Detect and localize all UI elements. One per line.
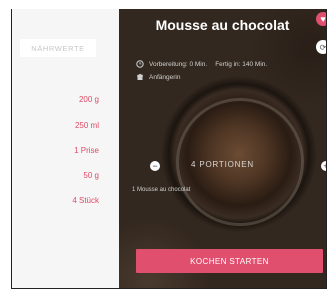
ingredient-amount: 250 ml (74, 121, 99, 130)
frame-bottom-border (12, 288, 326, 289)
share-button[interactable]: ⟳ (316, 40, 327, 54)
share-icon: ⟳ (319, 42, 327, 52)
increase-portions-button[interactable]: + (321, 161, 326, 171)
difficulty-label: Anfängerin (149, 73, 181, 81)
ingredient-amount: 50 g (83, 171, 99, 180)
ingredient-amount: 4 Stück (72, 196, 99, 205)
clock-icon (136, 60, 144, 68)
time-row: Vorbereitung: 0 Min. Fertig in: 140 Min. (136, 60, 267, 68)
total-time: Fertig in: 140 Min. (215, 60, 268, 68)
ingredients-panel: NÄHRWERTE 200 g 250 ml 1 Prise 50 g 4 St… (12, 9, 119, 289)
portion-subtitle: 1 Mousse au chocolat (132, 187, 191, 193)
ingredient-amount: 200 g (78, 95, 99, 104)
recipe-title: Mousse au chocolat (155, 17, 290, 33)
favorite-button[interactable]: ♥ (316, 12, 326, 26)
plus-icon: + (323, 161, 326, 171)
tab-nutrition[interactable]: NÄHRWERTE (20, 39, 96, 57)
heart-icon: ♥ (320, 14, 326, 24)
ingredient-amount: 1 Prise (74, 146, 99, 155)
prep-time: Vorbereitung: 0 Min. (149, 60, 208, 68)
portions-label: 4 PORTIONEN (191, 160, 254, 169)
recipe-hero-image: Mousse au chocolat ♥ ⟳ Vorbereitung: 0 M… (119, 9, 326, 289)
difficulty-row: Anfängerin (136, 73, 180, 81)
recipe-screen: NÄHRWERTE 200 g 250 ml 1 Prise 50 g 4 St… (11, 9, 327, 289)
chef-hat-icon (137, 73, 143, 80)
start-cooking-button[interactable]: KOCHEN STARTEN (136, 249, 323, 273)
